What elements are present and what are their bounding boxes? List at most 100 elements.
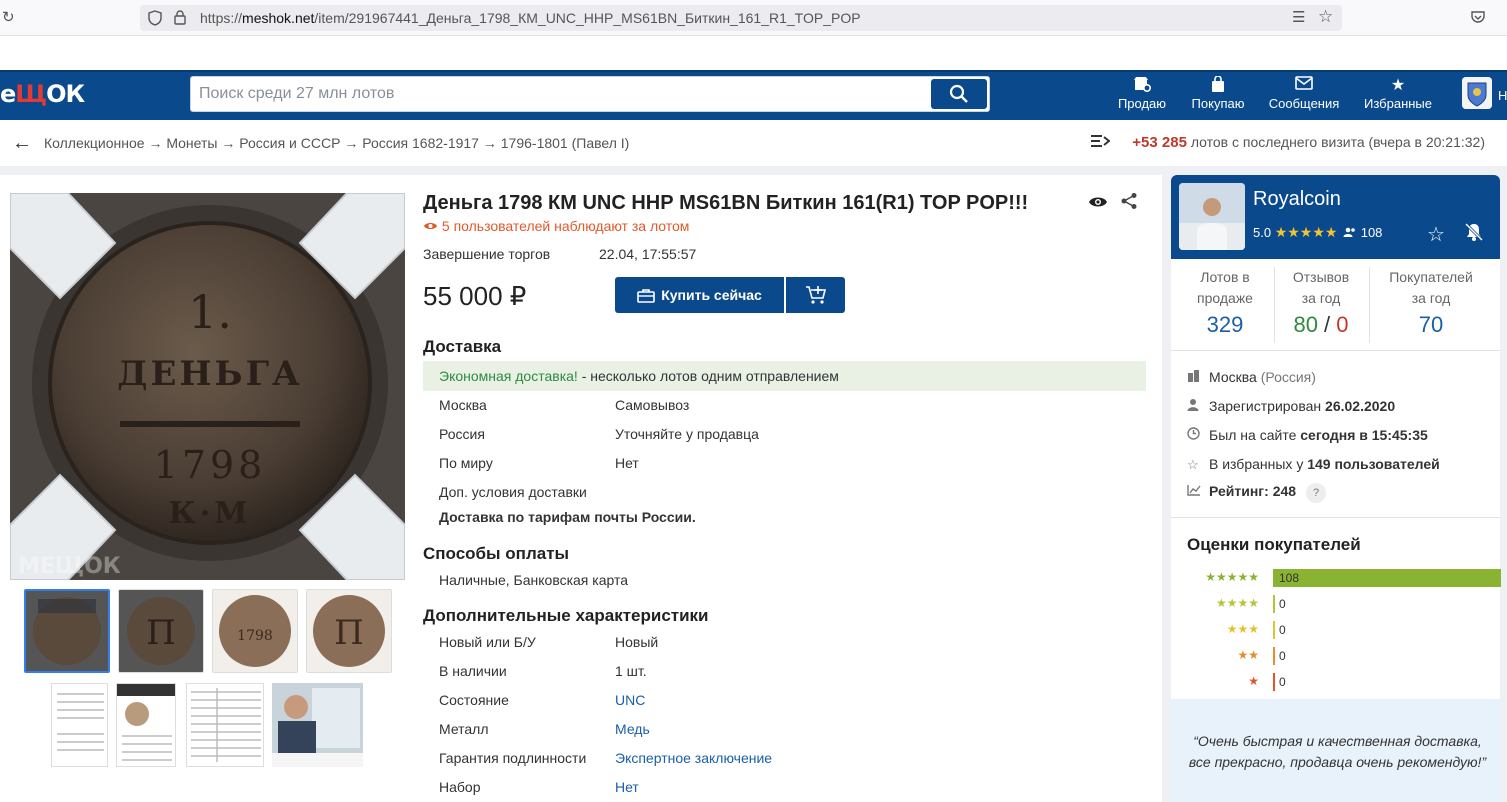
seller-stat-buyers[interactable]: Покупателей за год 70 xyxy=(1381,267,1481,336)
delivery-promo: Экономная доставка! - несколько лотов од… xyxy=(423,361,1146,391)
thumbnail-image[interactable]: 1798 xyxy=(212,589,298,673)
rating-bar-tick xyxy=(1273,595,1275,613)
url-text[interactable]: https://meshok.net/item/291967441_Деньга… xyxy=(200,10,861,26)
nav-messages[interactable]: Сообщения xyxy=(1266,76,1342,111)
seller-registered: Зарегистрирован 26.02.2020 xyxy=(1187,398,1395,414)
breadcrumb-item[interactable]: Россия 1682-1917 xyxy=(362,135,479,151)
spec-label: Новый или Б/У xyxy=(439,634,536,650)
thumbnail-image[interactable]: П xyxy=(118,589,204,673)
user-avatar[interactable] xyxy=(1462,77,1492,109)
seller-stat-lots[interactable]: Лотов в продаже 329 xyxy=(1175,267,1275,336)
divider xyxy=(1171,350,1500,351)
rating-bar-fill xyxy=(1273,569,1501,587)
breadcrumb-item[interactable]: Монеты xyxy=(166,135,217,151)
lot-price: 55 000 ₽ xyxy=(423,281,527,311)
watchers-count[interactable]: 5 пользователей наблюдают за лотом xyxy=(423,218,689,234)
site-logo[interactable]: еЩОК xyxy=(0,80,85,108)
rating-bar-1[interactable]: ★ 0 xyxy=(1187,673,1487,691)
rating-bar-3[interactable]: ★★★ 0 xyxy=(1187,621,1487,639)
new-lots-list-icon[interactable] xyxy=(1090,133,1111,154)
review-quote: “Очень быстрая и качественная доставка, … xyxy=(1188,733,1487,770)
thumbnail-image[interactable] xyxy=(24,589,110,673)
cart-plus-icon xyxy=(805,286,826,304)
specs-heading: Дополнительные характеристики xyxy=(423,606,709,625)
review-count: 108 xyxy=(1360,225,1383,240)
breadcrumb-item[interactable]: 1796-1801 (Павел I) xyxy=(501,135,630,151)
end-time-label: Завершение торгов xyxy=(423,246,551,262)
spec-value-link[interactable]: Медь xyxy=(615,721,650,737)
spec-value: 1 шт. xyxy=(615,663,647,679)
add-to-cart-button[interactable] xyxy=(786,277,845,313)
back-arrow-icon[interactable]: ← xyxy=(12,132,32,155)
store-gear-icon xyxy=(1115,76,1169,96)
rating-stars: ★★★★★ xyxy=(1274,224,1338,240)
lot-title: Деньга 1798 КМ UNC ННР MS61BN Биткин 161… xyxy=(423,192,1029,214)
bookmark-star-icon[interactable]: ☆ xyxy=(1318,8,1333,25)
seller-stat-reviews[interactable]: Отзывов за год 80 / 0 xyxy=(1271,267,1371,336)
divider xyxy=(1369,267,1370,343)
seller-rating: 5.0 ★★★★★ 108 xyxy=(1253,224,1383,240)
payment-methods: Наличные, Банковская карта xyxy=(439,572,629,588)
rating-bar-2[interactable]: ★★ 0 xyxy=(1187,647,1487,665)
lock-icon[interactable] xyxy=(174,10,186,29)
rating-help-icon[interactable]: ? xyxy=(1306,483,1327,503)
spec-value-link[interactable]: Экспертное заключение xyxy=(615,750,772,766)
person-icon xyxy=(1187,398,1203,414)
nav-buying[interactable]: Покупаю xyxy=(1188,75,1248,111)
svg-text:1.: 1. xyxy=(188,285,232,339)
delivery-label: Москва xyxy=(439,397,487,413)
seller-location: Москва (Россия) xyxy=(1187,369,1316,385)
watch-eye-icon[interactable] xyxy=(1088,193,1108,214)
favorite-seller-star-icon[interactable]: ☆ xyxy=(1427,222,1445,247)
thumbnail-image[interactable] xyxy=(51,683,108,767)
delivery-label: Россия xyxy=(439,426,485,442)
seller-avatar[interactable] xyxy=(1179,183,1245,250)
bell-off-icon[interactable] xyxy=(1464,222,1484,242)
address-bar[interactable]: https://meshok.net/item/291967441_Деньга… xyxy=(140,5,1342,31)
buy-now-button[interactable]: Купить сейчас xyxy=(615,277,784,313)
nav-selling[interactable]: Продаю xyxy=(1115,76,1169,111)
spec-value-link[interactable]: Нет xyxy=(615,779,639,795)
seller-panel: Лотов в продаже 329 Отзывов за год 80 / 0 … xyxy=(1171,259,1501,802)
thumbnail-image[interactable] xyxy=(116,683,176,767)
thumbnail-image[interactable] xyxy=(186,683,264,767)
breadcrumb-item[interactable]: Россия и СССР xyxy=(239,135,340,151)
rating-bar-4[interactable]: ★★★★ 0 xyxy=(1187,595,1487,613)
lot-card: 1. ДЕНЬГА 1798 К·М МЕЩОК П 1798 П Деньга… xyxy=(0,175,1162,802)
svg-text:К·М: К·М xyxy=(169,496,252,531)
nav-favorites[interactable]: ★ Избранные xyxy=(1361,76,1435,111)
rating-bar-5[interactable]: ★★★★★ 108 xyxy=(1187,569,1501,587)
seller-header: Royalcoin 5.0 ★★★★★ 108 xyxy=(1171,175,1500,259)
rating-bar-tick xyxy=(1273,673,1275,691)
svg-text:ДЕНЬГА: ДЕНЬГА xyxy=(117,354,303,394)
seller-last-seen: Был на сайте сегодня в 15:45:35 xyxy=(1187,427,1428,443)
spec-value-link[interactable]: UNC xyxy=(615,692,645,708)
reload-icon[interactable]: ↻ xyxy=(2,10,15,26)
svg-text:П: П xyxy=(146,613,176,653)
users-icon xyxy=(1343,227,1355,237)
spec-label: В наличии xyxy=(439,663,507,679)
main-lot-photo[interactable]: 1. ДЕНЬГА 1798 К·М МЕЩОК xyxy=(10,193,405,580)
search-input[interactable] xyxy=(191,77,931,111)
breadcrumb-item[interactable]: Коллекционное xyxy=(44,135,145,151)
chart-line-icon xyxy=(1187,484,1203,499)
search-button[interactable] xyxy=(931,79,987,109)
share-icon[interactable] xyxy=(1120,192,1138,215)
spec-value: Новый xyxy=(615,634,659,650)
new-lots-since-visit[interactable]: +53 285 лотов с последнего визита (вчера… xyxy=(1132,134,1485,151)
seller-name[interactable]: Royalcoin xyxy=(1253,188,1341,211)
search-box xyxy=(190,76,990,112)
seller-score: Рейтинг: 248? xyxy=(1187,483,1327,503)
reader-view-icon[interactable]: ☰ xyxy=(1292,10,1305,26)
shield-icon[interactable] xyxy=(148,10,162,30)
end-time-value: 22.04, 17:55:57 xyxy=(599,246,697,262)
thumbnail-image[interactable] xyxy=(272,683,363,767)
site-header: еЩОК Продаю Покупаю Сообщения ★ Избранны… xyxy=(0,70,1507,120)
thumbnail-image[interactable]: П xyxy=(306,589,392,673)
pocket-icon[interactable] xyxy=(1470,9,1486,29)
clock-icon xyxy=(1187,427,1203,443)
eye-icon xyxy=(424,223,437,229)
user-name-initial[interactable]: Н xyxy=(1498,88,1507,103)
delivery-label: По миру xyxy=(439,455,493,471)
envelope-icon xyxy=(1266,76,1342,96)
